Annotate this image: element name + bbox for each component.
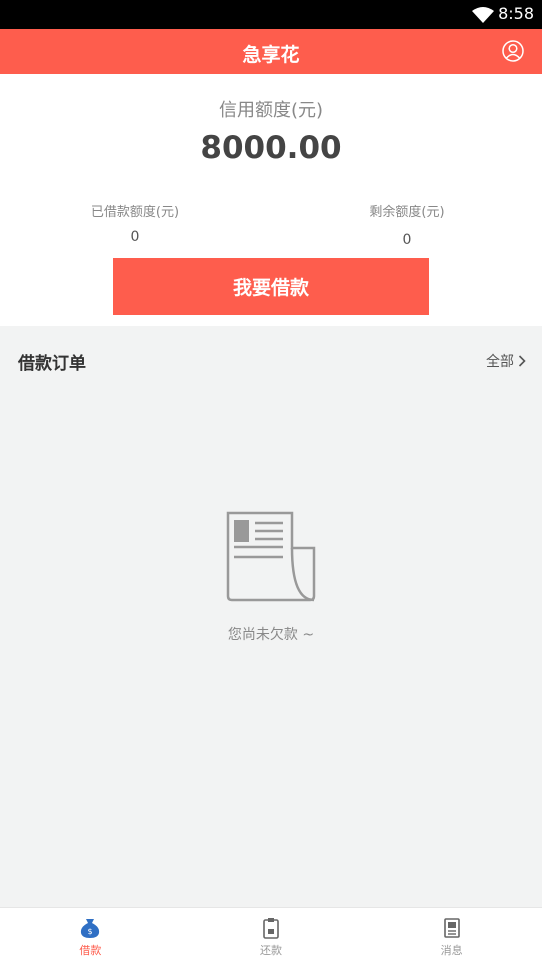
view-all-label: 全部 <box>486 354 514 370</box>
tab-repay[interactable]: 还款 <box>181 908 362 964</box>
empty-message: 您尚未欠款 ~ <box>227 627 315 643</box>
status-time: 8:58 <box>498 4 534 23</box>
borrowed-amount: 已借款额度(元) 0 <box>80 201 190 245</box>
orders-header: 借款订单 全部 <box>0 326 542 392</box>
tab-borrow-label: 借款 <box>79 944 102 957</box>
chevron-right-icon <box>518 355 526 367</box>
app-title: 急享花 <box>242 44 300 66</box>
clipboard-icon <box>263 918 279 939</box>
status-bar: 8:58 <box>0 0 542 29</box>
document-icon <box>226 511 316 602</box>
wifi-icon <box>472 7 494 23</box>
tab-messages[interactable]: 消息 <box>361 908 542 964</box>
empty-state: 您尚未欠款 ~ <box>0 508 542 644</box>
borrowed-amount-label: 已借款额度(元) <box>90 205 180 220</box>
credit-limit-value: 8000.00 <box>200 130 342 166</box>
tab-messages-label: 消息 <box>440 944 463 957</box>
remaining-amount-value: 0 <box>402 232 412 248</box>
remaining-amount: 剩余额度(元) 0 <box>352 201 462 248</box>
borrow-button[interactable]: 我要借款 <box>113 258 429 315</box>
credit-limit-label: 信用额度(元) <box>218 100 324 121</box>
money-bag-icon: $ <box>81 919 100 938</box>
borrowed-amount-value: 0 <box>130 229 140 245</box>
tab-repay-label: 还款 <box>260 944 282 957</box>
credit-card: 信用额度(元) 8000.00 已借款额度(元) 0 剩余额度(元) 0 我要借… <box>0 74 542 326</box>
orders-title: 借款订单 <box>18 354 86 374</box>
user-icon[interactable] <box>502 40 524 62</box>
app-bar: 急享花 <box>0 29 542 74</box>
svg-text:$: $ <box>88 927 93 936</box>
message-icon <box>443 918 460 938</box>
view-all-link[interactable]: 全部 <box>486 351 526 371</box>
tab-borrow[interactable]: $ 借款 <box>0 908 181 964</box>
remaining-amount-label: 剩余额度(元) <box>369 205 445 220</box>
bottom-tab-bar: $ 借款 还款 消息 <box>0 907 542 964</box>
